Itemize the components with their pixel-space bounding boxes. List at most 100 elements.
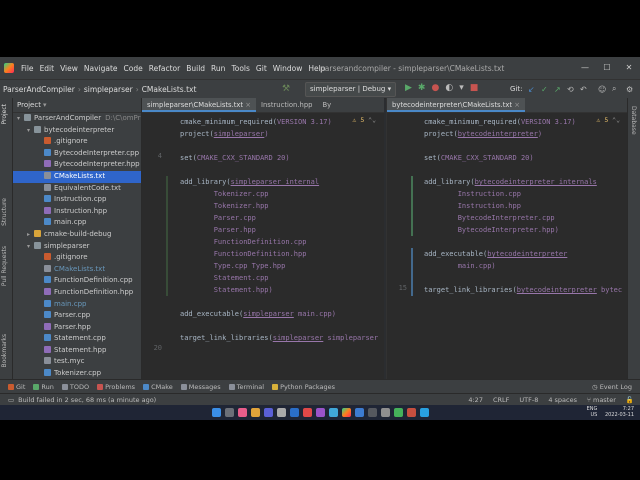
app-taskbar-icon[interactable] [367, 408, 377, 417]
editor-tab[interactable]: simpleparser\CMakeLists.txt × [142, 98, 256, 112]
user-icon[interactable]: ☺ [598, 85, 606, 94]
project-tree-item[interactable]: Tokenizer.cpp [13, 368, 141, 380]
project-tree-item[interactable]: CMakeLists.txt [13, 264, 141, 276]
code-line[interactable]: Instruction.hpp [424, 200, 521, 212]
project-tree-item[interactable]: ▾ simpleparser [13, 241, 141, 253]
code-line[interactable]: add_executable(simpleparser main.cpp) [180, 308, 336, 320]
maximize-icon[interactable]: ☐ [596, 57, 618, 79]
menu-edit[interactable]: Edit [37, 64, 58, 73]
chevron-down-icon[interactable]: ▾ [27, 125, 34, 137]
project-tree-item[interactable]: test.myc [13, 356, 141, 368]
chevron-right-icon[interactable]: ▸ [27, 229, 34, 241]
vcs-change-marker[interactable] [166, 176, 168, 296]
code-line[interactable]: Statement.hpp) [180, 284, 273, 296]
code-line[interactable]: Parser.cpp [180, 212, 256, 224]
project-tree-item[interactable]: Instruction.cpp [13, 194, 141, 206]
app-taskbar-icon[interactable] [380, 408, 390, 417]
menu-build[interactable]: Build [183, 64, 208, 73]
editor-tab[interactable]: Instruction.hpp [256, 98, 317, 112]
project-tree-item[interactable]: BytecodeInterpreter.hpp [13, 159, 141, 171]
project-tree-item[interactable]: Statement.cpp [13, 333, 141, 345]
menu-window[interactable]: Window [270, 64, 306, 73]
code-line[interactable]: Statement.cpp [180, 272, 269, 284]
code-line[interactable]: target_link_libraries(simpleparser simpl… [180, 332, 378, 344]
tray-clock[interactable]: 7:27 2022-03-11 [605, 406, 634, 418]
folder-taskbar-icon[interactable] [250, 408, 260, 417]
code-line[interactable]: set(CMAKE_CXX_STANDARD 20) [180, 152, 290, 164]
stop-icon[interactable]: ■ [470, 83, 479, 94]
app-taskbar-icon[interactable] [406, 408, 416, 417]
tool-window-git[interactable]: Git [8, 383, 25, 391]
bookmarks-tool-button[interactable]: Bookmarks [1, 334, 8, 368]
tray-language[interactable]: ENG US [587, 406, 598, 418]
breadcrumb-folder[interactable]: simpleparser [81, 85, 136, 94]
app-taskbar-icon[interactable] [419, 408, 429, 417]
chevron-down-icon[interactable]: ▾ [43, 101, 47, 109]
code-line[interactable]: BytecodeInterpreter.cpp [424, 212, 555, 224]
tool-window-todo[interactable]: TODO [61, 383, 89, 391]
code-line[interactable]: main.cpp) [424, 260, 496, 272]
app-taskbar-icon[interactable] [276, 408, 286, 417]
status-message[interactable]: Build failed in 2 sec, 68 ms (a minute a… [14, 396, 156, 404]
project-panel-title[interactable]: Project [17, 101, 41, 109]
project-tree-item[interactable]: main.cpp [13, 299, 141, 311]
project-tree-item[interactable]: FunctionDefinition.cpp [13, 275, 141, 287]
code-line[interactable]: FunctionDefinition.cpp [180, 236, 307, 248]
vcs-change-marker[interactable] [411, 176, 413, 236]
project-tree-item[interactable]: EquivalentCode.txt [13, 183, 141, 195]
tool-window-terminal[interactable]: Terminal [228, 383, 264, 391]
close-icon[interactable]: ✕ [618, 57, 640, 79]
tool-window-run[interactable]: Run [33, 383, 54, 391]
caret-position[interactable]: 4:27 [468, 396, 483, 404]
code-line[interactable]: add_executable(bytecodeinterpreter [424, 248, 567, 260]
menu-git[interactable]: Git [253, 64, 270, 73]
rollback-icon[interactable]: ↶ [580, 85, 587, 94]
breadcrumb-project[interactable]: ParserAndCompiler [0, 85, 78, 94]
editor-tab[interactable]: bytecodeinterpreter\CMakeLists.txt × [387, 98, 525, 112]
project-tree-item[interactable]: ▾ ParserAndCompiler D:\C\omPr [13, 113, 141, 125]
file-encoding[interactable]: UTF-8 [519, 396, 538, 404]
inspection-nav-icon[interactable]: ⌃⌄ [608, 116, 620, 124]
tool-window-cmake[interactable]: CMake [143, 383, 173, 391]
search-taskbar-icon[interactable] [224, 408, 234, 417]
chevron-down-icon[interactable]: ▾ [17, 113, 24, 125]
coverage-icon[interactable]: ◐ [445, 83, 453, 94]
tool-window-messages[interactable]: Messages [180, 383, 221, 391]
search-icon[interactable]: ⌕ [612, 84, 616, 94]
code-line[interactable]: cmake_minimum_required(VERSION 3.17) [180, 116, 332, 128]
menu-file[interactable]: File [18, 64, 37, 73]
code-line[interactable]: Type.cpp Type.hpp [180, 260, 286, 272]
run-configuration-select[interactable]: simpleparser | Debug ▾ [305, 82, 397, 97]
project-tree-item[interactable]: BytecodeInterpreter.cpp [13, 148, 141, 160]
project-tree-item[interactable]: ▸ cmake-build-debug [13, 229, 141, 241]
app-taskbar-icon[interactable] [263, 408, 273, 417]
code-line[interactable]: BytecodeInterpreter.hpp) [424, 224, 559, 236]
code-line[interactable]: Tokenizer.hpp [180, 200, 269, 212]
code-line[interactable]: cmake_minimum_required(VERSION 3.17) [424, 116, 576, 128]
code-line[interactable]: add_library(bytecodeinterpreter_internal… [424, 176, 597, 188]
settings-icon[interactable]: ⚙ [626, 85, 633, 94]
app-taskbar-icon[interactable] [237, 408, 247, 417]
project-tree-item[interactable]: main.cpp [13, 217, 141, 229]
project-tree-item[interactable]: Parser.cpp [13, 310, 141, 322]
code-line[interactable]: Parser.hpp [180, 224, 256, 236]
breadcrumb-file[interactable]: CMakeLists.txt [139, 85, 200, 94]
code-line[interactable]: project(bytecodeinterpreter) [424, 128, 542, 140]
close-tab-icon[interactable]: × [243, 101, 251, 109]
git-update-icon[interactable]: ↙ [528, 85, 535, 94]
windows-start-icon[interactable] [211, 408, 221, 417]
project-tree-item[interactable]: CMakeLists.txt [13, 170, 141, 183]
project-tree-item[interactable]: Instruction.hpp [13, 206, 141, 218]
inspection-indicator[interactable]: ⚠ 5 ⌃⌄ [597, 116, 621, 124]
history-icon[interactable]: ⟲ [567, 85, 574, 94]
menu-tools[interactable]: Tools [228, 64, 252, 73]
inspection-nav-icon[interactable]: ⌃⌄ [364, 116, 376, 124]
vcs-change-marker[interactable] [411, 248, 413, 296]
code-line[interactable]: Tokenizer.cpp [180, 188, 269, 200]
menu-code[interactable]: Code [121, 64, 146, 73]
close-tab-icon[interactable]: × [512, 101, 520, 109]
project-tree-item[interactable]: .gitignore [13, 252, 141, 264]
database-tool-button[interactable]: Database [630, 106, 637, 135]
app-taskbar-icon[interactable] [315, 408, 325, 417]
project-tree-item[interactable]: .gitignore [13, 136, 141, 148]
